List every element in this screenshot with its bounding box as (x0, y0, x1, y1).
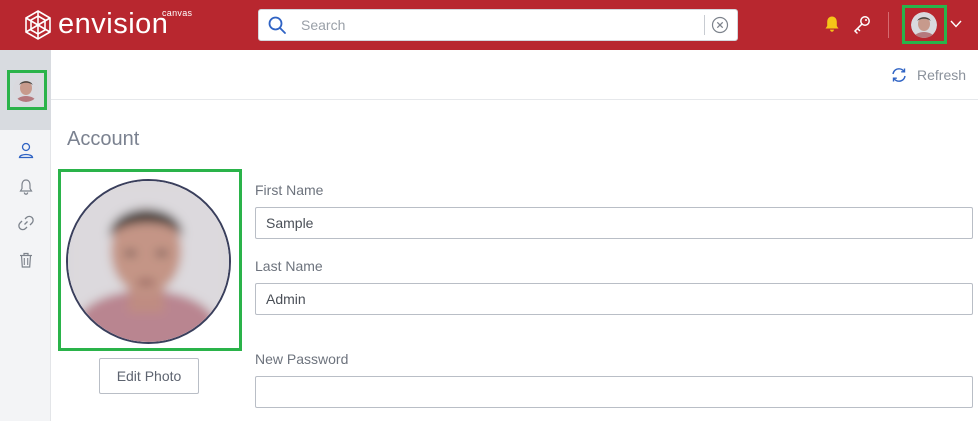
last-name-field[interactable] (255, 283, 973, 315)
logo-text: envision (58, 7, 169, 40)
search-input[interactable] (301, 11, 704, 39)
first-name-label: First Name (255, 182, 324, 198)
key-icon[interactable] (852, 14, 872, 34)
refresh-label: Refresh (917, 67, 967, 83)
new-password-field[interactable] (255, 376, 973, 408)
first-name-field[interactable] (255, 207, 973, 239)
brand-logo[interactable]: envision canvas (22, 7, 192, 42)
page-title: Account (67, 128, 140, 150)
clear-search-icon[interactable] (711, 16, 729, 34)
search-bar (258, 9, 738, 41)
logo-subtext: canvas (162, 8, 193, 18)
profile-photo[interactable] (66, 179, 231, 344)
page-toolbar (51, 50, 978, 100)
edit-photo-button[interactable]: Edit Photo (99, 358, 199, 394)
bell-icon[interactable] (823, 15, 841, 33)
refresh-icon (892, 68, 906, 82)
new-password-label: New Password (255, 351, 349, 367)
header-divider (888, 12, 889, 38)
top-bar: envision canvas (0, 0, 978, 50)
rail-avatar[interactable] (13, 76, 39, 102)
trash-icon[interactable] (17, 251, 35, 269)
last-name-label: Last Name (255, 258, 323, 274)
user-avatar[interactable] (911, 12, 937, 38)
bell-outline-icon[interactable] (17, 178, 35, 196)
search-divider (704, 15, 705, 35)
refresh-button[interactable]: Refresh (890, 66, 966, 84)
envision-logo-icon (25, 10, 51, 40)
user-icon[interactable] (17, 141, 35, 159)
chevron-down-icon[interactable] (949, 18, 963, 30)
search-icon (268, 16, 286, 34)
link-icon[interactable] (17, 214, 35, 232)
